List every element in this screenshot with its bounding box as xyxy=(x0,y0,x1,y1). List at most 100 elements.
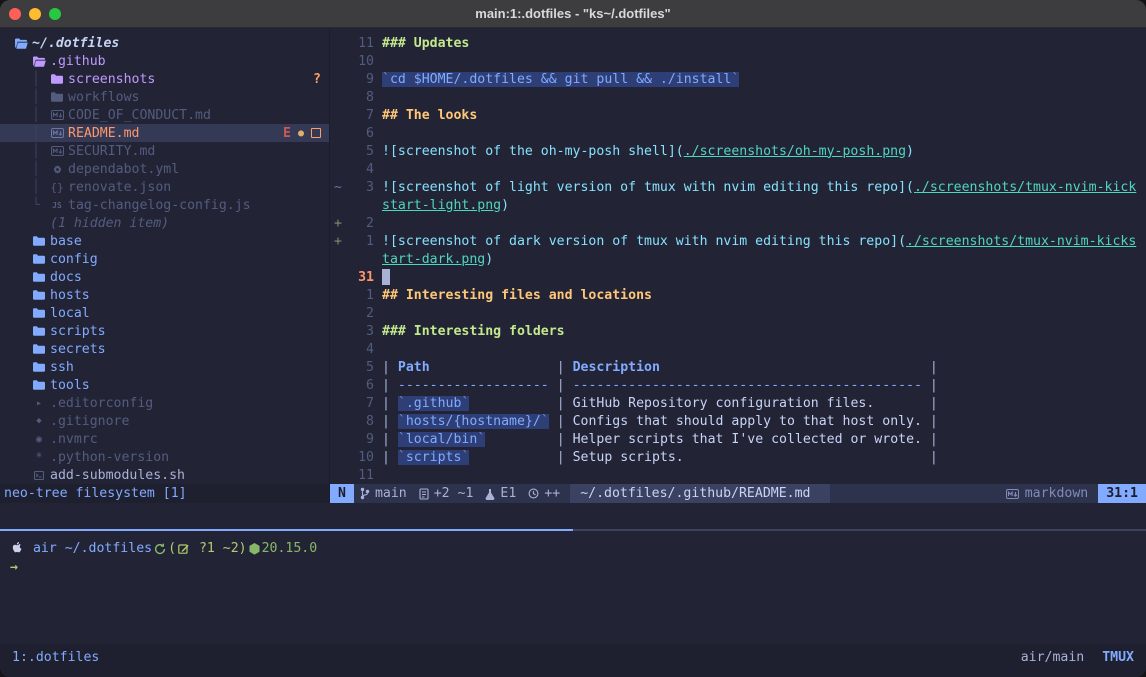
tmux-status-bar: 1:.dotfiles air/main TMUX xyxy=(0,644,1146,677)
pending-count: ++ xyxy=(544,486,560,501)
editor-line[interactable]: 6 xyxy=(330,124,1146,142)
editor-line[interactable]: 7| `.github` | GitHub Repository configu… xyxy=(330,394,1146,412)
apple-icon xyxy=(12,542,23,555)
syntax-segment: | xyxy=(874,396,938,411)
tree-item-label: scripts xyxy=(50,324,106,339)
tree-item-ssh[interactable]: ssh xyxy=(0,358,329,376)
editor-line[interactable]: 8| `hosts/{hostname}/` | Configs that sh… xyxy=(330,412,1146,430)
traffic-lights xyxy=(9,8,61,20)
folder-icon xyxy=(30,308,48,318)
tree-item--1-hidden-item-[interactable]: (1 hidden item) xyxy=(0,214,329,232)
editor-line[interactable]: tart-dark.png) xyxy=(330,250,1146,268)
zoom-button[interactable] xyxy=(49,8,61,20)
editor-line[interactable]: 9 `cd $HOME/.dotfiles && git pull && ./in… xyxy=(330,70,1146,88)
diagnostics-count: E1 xyxy=(500,486,516,501)
line-number: 9 xyxy=(346,72,374,87)
editor-line[interactable]: +1![screenshot of dark version of tmux w… xyxy=(330,232,1146,250)
line-text: `cd $HOME/.dotfiles && git pull && ./ins… xyxy=(382,72,739,87)
syntax-segment: | xyxy=(382,360,398,375)
tree-item-.python-version[interactable]: *.python-version xyxy=(0,448,329,466)
tree-item-label: add-submodules.sh xyxy=(50,468,185,483)
nvim-statusline: N main +2 ~1 E1 ++ ~/.dotfiles/.gith xyxy=(330,484,1146,503)
tree-item-renovate.json[interactable]: │{}renovate.json xyxy=(0,178,329,196)
tree-item-.gitignore[interactable]: ◆.gitignore xyxy=(0,412,329,430)
editor-line[interactable]: 8 xyxy=(330,88,1146,106)
syntax-segment: ) xyxy=(906,144,914,159)
prompt-host xyxy=(25,539,33,558)
tree-item-code-of-conduct.md[interactable]: │CODE_OF_CONDUCT.md xyxy=(0,106,329,124)
minimize-button[interactable] xyxy=(29,8,41,20)
editor-line[interactable]: ~3![screenshot of light version of tmux … xyxy=(330,178,1146,196)
tree-item-config[interactable]: config xyxy=(0,250,329,268)
tree-item--.dotfiles[interactable]: ~/.dotfiles xyxy=(0,34,329,52)
tree-item-hosts[interactable]: hosts xyxy=(0,286,329,304)
shell-pane[interactable]: air ~/.dotfiles ( ?1 ~2) 20.15.0 → xyxy=(0,531,1146,644)
line-text: tart-dark.png) xyxy=(382,252,493,267)
editor-line[interactable]: 4 xyxy=(330,340,1146,358)
syntax-segment: ` xyxy=(382,72,390,87)
editor-buffer: 11### Updates 10 9 `cd $HOME/.dotfiles && g… xyxy=(330,28,1146,484)
tree-item-.nvmrc[interactable]: ◉.nvmrc xyxy=(0,430,329,448)
editor-line[interactable]: 10| `scripts` | Setup scripts. | xyxy=(330,448,1146,466)
close-button[interactable] xyxy=(9,8,21,20)
tmux-window-tab[interactable]: 1:.dotfiles xyxy=(12,650,99,665)
editor-line[interactable]: +2 xyxy=(330,214,1146,232)
editor-line[interactable]: 11 xyxy=(330,466,1146,484)
gitsign-change: ~ xyxy=(330,180,346,195)
tree-item-readme.md[interactable]: │README.mdE● xyxy=(0,124,329,142)
tree-item-label: hosts xyxy=(50,288,90,303)
editor-line[interactable]: 9| `local/bin` | Helper scripts that I'v… xyxy=(330,430,1146,448)
editor-line[interactable]: 31 xyxy=(330,268,1146,286)
syntax-segment: | xyxy=(430,360,573,375)
tree-item-workflows[interactable]: │workflows xyxy=(0,88,329,106)
tree-item-label: screenshots xyxy=(68,72,155,87)
tree-item-secrets[interactable]: secrets xyxy=(0,340,329,358)
tree-item-screenshots[interactable]: │screenshots? xyxy=(0,70,329,88)
editor-line[interactable]: 2 xyxy=(330,304,1146,322)
tmux-status-right: air/main TMUX xyxy=(1021,650,1134,665)
line-number: 6 xyxy=(346,126,374,141)
tree-item-add-submodules.sh[interactable]: add-submodules.sh xyxy=(0,466,329,484)
editor-line[interactable]: 6| ------------------- | ---------------… xyxy=(330,376,1146,394)
editor-line[interactable]: start-light.png) xyxy=(330,196,1146,214)
folder-icon xyxy=(30,362,48,372)
syntax-segment: GitHub Repository configuration files. xyxy=(573,396,875,411)
shell-input-line[interactable]: → xyxy=(10,558,1136,577)
tree-item-badges: E● xyxy=(283,126,329,141)
tree-item-tag-changelog-config.js[interactable]: └JStag-changelog-config.js xyxy=(0,196,329,214)
tree-item-badges: ? xyxy=(313,72,329,87)
tree-item-security.md[interactable]: │SECURITY.md xyxy=(0,142,329,160)
tmux-pane-separator[interactable] xyxy=(0,529,1146,531)
editor-line[interactable]: 5| Path | Description | xyxy=(330,358,1146,376)
tree-item-local[interactable]: local xyxy=(0,304,329,322)
editor-line[interactable]: 4 xyxy=(330,160,1146,178)
braces-icon: {} xyxy=(48,181,66,194)
syntax-segment: | xyxy=(549,378,573,393)
tree-item-dependabot.yml[interactable]: │dependabot.yml xyxy=(0,160,329,178)
editor-line[interactable]: 1## Interesting files and locations xyxy=(330,286,1146,304)
line-number: 10 xyxy=(346,54,374,69)
line-number: 11 xyxy=(346,36,374,51)
folder-icon xyxy=(48,92,66,102)
editor-line[interactable]: 5![screenshot of the oh-my-posh shell](.… xyxy=(330,142,1146,160)
editor-line[interactable]: 7## The looks xyxy=(330,106,1146,124)
syntax-segment: Helper scripts that I've collected or wr… xyxy=(573,432,922,447)
tree-item-scripts[interactable]: scripts xyxy=(0,322,329,340)
tree-item-tools[interactable]: tools xyxy=(0,376,329,394)
statusline-right: markdown 31:1 xyxy=(996,484,1146,503)
prompt-arrow: → xyxy=(10,558,18,577)
tree-item-.editorconfig[interactable]: ▸.editorconfig xyxy=(0,394,329,412)
editor-line[interactable]: 10 xyxy=(330,52,1146,70)
folder-icon xyxy=(48,74,66,84)
editor-line[interactable]: 3### Interesting folders xyxy=(330,322,1146,340)
tree-item-docs[interactable]: docs xyxy=(0,268,329,286)
line-text: ### Interesting folders xyxy=(382,324,565,339)
line-text: ## The looks xyxy=(382,108,477,123)
editor-line[interactable]: 11### Updates xyxy=(330,34,1146,52)
diamond-icon: ◆ xyxy=(30,416,48,426)
tree-item-base[interactable]: base xyxy=(0,232,329,250)
tmux-label: TMUX xyxy=(1102,650,1134,665)
tree-item-.github[interactable]: .github xyxy=(0,52,329,70)
syntax-segment: ### Interesting folders xyxy=(382,324,565,339)
line-number: 11 xyxy=(346,468,374,483)
